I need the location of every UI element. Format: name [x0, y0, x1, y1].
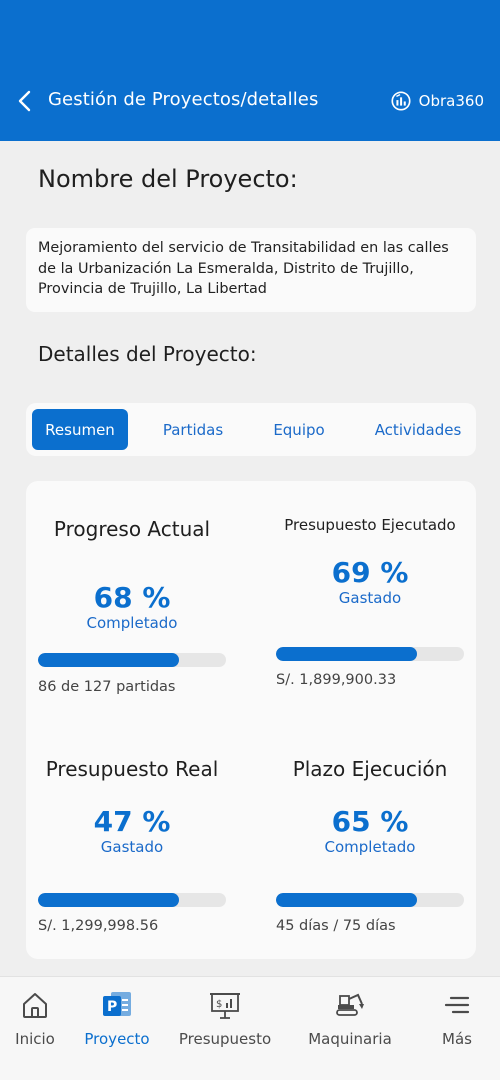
stat-footer: 86 de 127 partidas [38, 679, 176, 695]
stat-progreso: Progreso Actual 68 % Completado [38, 517, 226, 632]
stat-ejecutado: Presupuesto Ejecutado 69 % Gastado [276, 516, 464, 607]
nav-label: Presupuesto [178, 1030, 272, 1048]
tab-actividades[interactable]: Actividades [366, 409, 470, 450]
page-title: Gestión de Proyectos/detalles [48, 89, 319, 110]
progress-bar-fill [276, 647, 417, 661]
dashboard-gauge-icon [391, 91, 411, 111]
tab-equipo[interactable]: Equipo [262, 409, 336, 450]
svg-text:$: $ [216, 999, 222, 1010]
stat-value: 65 % [331, 805, 409, 838]
home-icon [23, 993, 47, 1018]
tab-resumen[interactable]: Resumen [32, 409, 128, 450]
stat-title: Presupuesto Ejecutado [284, 516, 456, 534]
stat-subtitle: Completado [324, 838, 416, 856]
stat-title: Plazo Ejecución [292, 757, 448, 781]
project-details-heading: Detalles del Proyecto: [38, 342, 257, 366]
nav-label: Maquinaria [308, 1030, 392, 1048]
chevron-left-icon[interactable] [13, 88, 37, 114]
budget-board-icon: $ [210, 993, 240, 1019]
progress-bar [38, 653, 226, 667]
brand-name: Obra360 [418, 92, 484, 110]
progress-bar-fill [38, 653, 179, 667]
stat-real: Presupuesto Real 47 % Gastado [38, 757, 226, 856]
stat-plazo: Plazo Ejecución 65 % Completado [276, 757, 464, 856]
nav-item-mas[interactable]: Más [430, 977, 484, 1080]
menu-icon [444, 996, 470, 1014]
excavator-icon [336, 993, 364, 1016]
nav-item-presupuesto[interactable]: $ Presupuesto [172, 977, 278, 1080]
progress-bar [276, 647, 464, 661]
brand: Obra360 [390, 90, 484, 112]
bottom-navigation: Inicio P Proyecto $ Presupuesto Maquinar… [0, 976, 500, 1080]
project-name-heading: Nombre del Proyecto: [38, 165, 298, 193]
stat-subtitle: Gastado [100, 838, 164, 856]
nav-item-maquinaria[interactable]: Maquinaria [300, 977, 400, 1080]
stat-footer: S/. 1,899,900.33 [276, 672, 397, 688]
stat-title: Progreso Actual [53, 517, 211, 541]
nav-label: Proyecto [84, 1030, 150, 1048]
tab-partidas[interactable]: Partidas [152, 409, 234, 450]
summary-card: Progreso Actual 68 % Completado 86 de 12… [26, 481, 476, 959]
app-header: Gestión de Proyectos/detalles Obra360 [0, 0, 500, 141]
project-icon: P [103, 992, 131, 1016]
detail-tabs: Resumen Partidas Equipo Actividades [26, 403, 476, 456]
stat-subtitle: Completado [86, 614, 178, 632]
nav-label: Más [442, 1030, 472, 1048]
progress-bar-fill [38, 893, 179, 907]
nav-item-inicio[interactable]: Inicio [6, 977, 64, 1080]
stat-value: 69 % [331, 556, 409, 589]
nav-label: Inicio [15, 1030, 55, 1048]
progress-bar [276, 893, 464, 907]
stat-value: 68 % [93, 581, 171, 614]
progress-bar [38, 893, 226, 907]
stat-footer: 45 días / 75 días [276, 918, 396, 934]
stat-subtitle: Gastado [338, 589, 402, 607]
nav-item-proyecto[interactable]: P Proyecto [80, 977, 154, 1080]
project-name-text: Mejoramiento del servicio de Transitabil… [38, 240, 449, 297]
stat-title: Presupuesto Real [45, 757, 219, 781]
svg-text:P: P [107, 999, 117, 1015]
project-name-card: Mejoramiento del servicio de Transitabil… [26, 228, 476, 312]
progress-bar-fill [276, 893, 417, 907]
stat-value: 47 % [93, 805, 171, 838]
stat-footer: S/. 1,299,998.56 [38, 918, 159, 934]
